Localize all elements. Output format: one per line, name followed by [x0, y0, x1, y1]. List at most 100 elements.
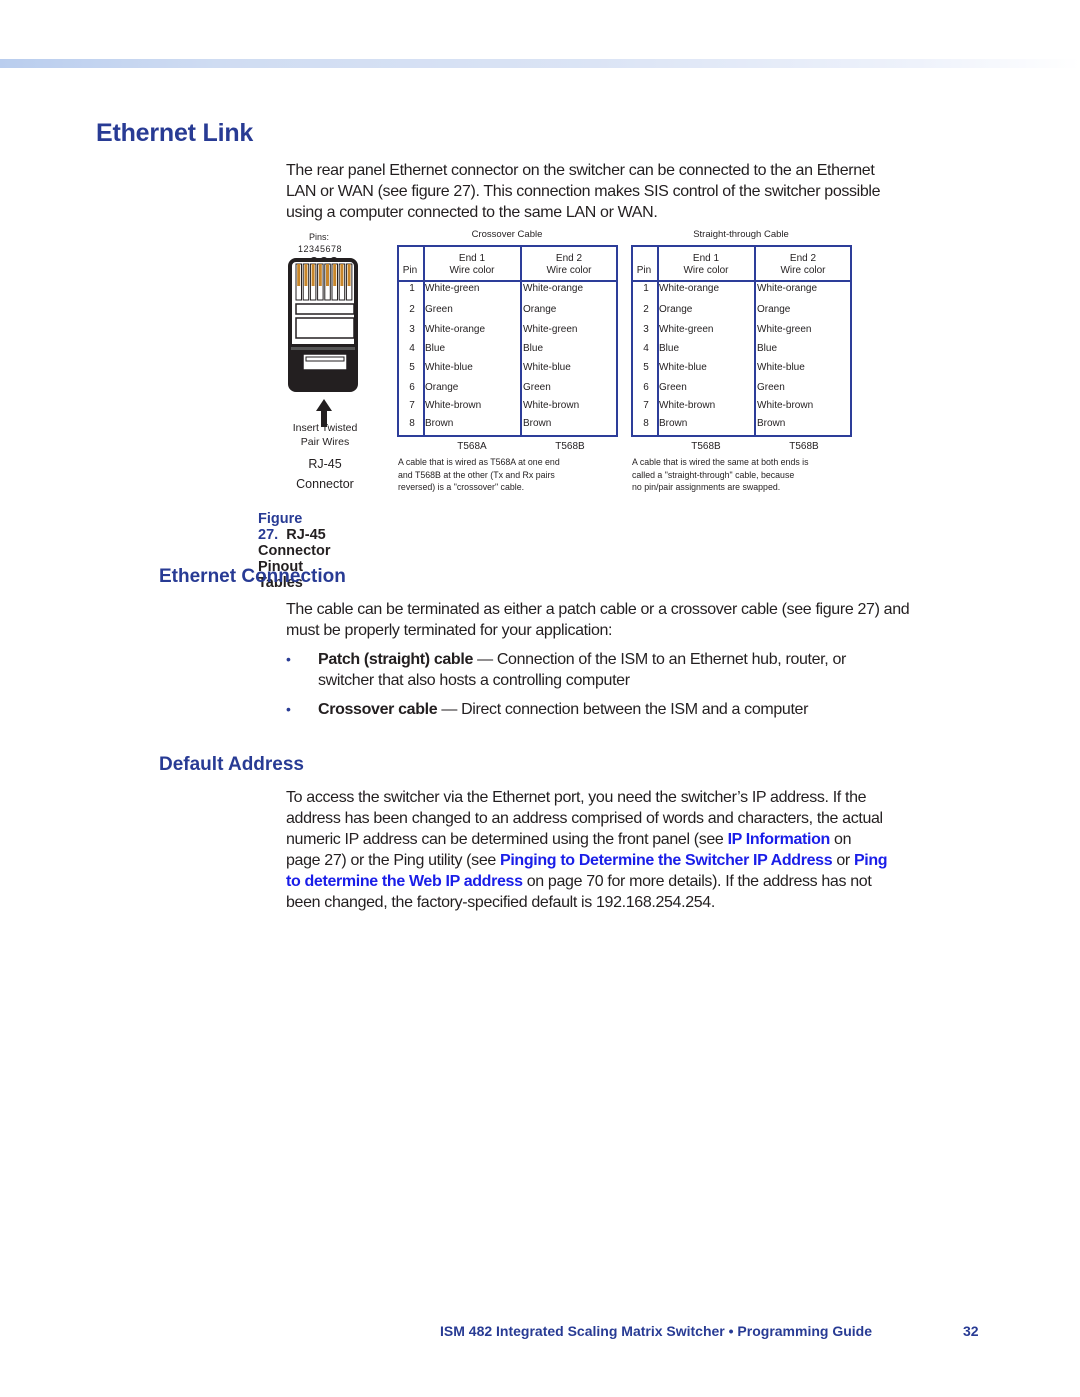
insert-label-line: Insert Twisted	[292, 422, 358, 434]
cell-end1-color: Orange	[425, 382, 459, 393]
cell-end2-color: Blue	[757, 343, 778, 354]
page-number: 32	[963, 1323, 979, 1339]
cell-end1-color: Orange	[659, 304, 693, 315]
intro-line: The cable can be terminated as either a …	[286, 601, 910, 618]
cell-end2-color: Green	[523, 382, 551, 393]
bullet-text: Patch (straight) cable — Connection of t…	[318, 649, 998, 691]
cell-end1-color: White-green	[425, 283, 480, 294]
cell-end2-color: Green	[757, 382, 785, 393]
intro-line: The rear panel Ethernet connector on the…	[286, 162, 875, 179]
note-line: reversed) is a "crossover" cable.	[398, 482, 525, 492]
cell-end2-color: White-blue	[757, 362, 805, 373]
cell-pin: 2	[409, 304, 415, 315]
pins-label: Pins:	[309, 232, 330, 242]
link-ip-information[interactable]: IP Information	[728, 831, 831, 848]
cell-end1-color: White-orange	[425, 324, 486, 335]
latch-window	[302, 353, 348, 371]
connector-name-line: RJ-45	[308, 457, 342, 471]
cell-end1-color: Green	[659, 382, 687, 393]
note-line: called a "straight-through" cable, becau…	[632, 469, 795, 480]
cell-pin: 8	[409, 418, 415, 429]
cell-pin: 6	[643, 382, 649, 393]
cell-end1-color: Green	[425, 304, 453, 315]
section-title-ethernet-link: Ethernet Link	[96, 119, 254, 147]
cell-pin: 5	[409, 362, 415, 373]
pin-wire	[340, 264, 344, 286]
text-span: or	[832, 852, 854, 869]
text-span: numeric IP address can be determined usi…	[286, 831, 728, 848]
header-end1-sub: Wire color	[449, 265, 495, 276]
standard-end2: T568B	[555, 441, 585, 452]
standard-end1: T568A	[457, 441, 487, 452]
section-title-ethernet-connection: Ethernet Connection	[159, 566, 346, 587]
cell-pin: 7	[643, 400, 649, 411]
base-edge	[291, 347, 355, 350]
latch-slot-lower	[295, 317, 355, 339]
bullet-text: Crossover cable — Direct connection betw…	[318, 699, 998, 720]
link-pinging-switcher-ip[interactable]: Pinging to Determine the Switcher IP Add…	[500, 852, 833, 869]
table-note: A cable that is wired as T568A at one en…	[398, 456, 628, 494]
ethernet-connection-intro: The cable can be terminated as either a …	[286, 599, 1006, 641]
link-ping-web-ip[interactable]: to determine the Web IP address	[286, 873, 523, 890]
header-end1: End 1	[458, 253, 486, 264]
connector-name-line: Connector	[296, 477, 354, 491]
cell-pin: 3	[409, 324, 415, 335]
cell-end1-color: Blue	[659, 343, 680, 354]
pin-wire	[318, 264, 322, 286]
header-end2: End 2	[789, 253, 817, 264]
text-span: on	[829, 831, 852, 848]
latch-slot-upper	[295, 303, 355, 315]
pin-wire	[333, 264, 337, 286]
text-line: been changed, the factory-specified defa…	[286, 894, 715, 911]
cell-pin: 2	[643, 304, 649, 315]
insert-label-line: Pair Wires	[300, 436, 350, 448]
table-title: Straight-through Cable	[693, 229, 789, 240]
latch-detail	[305, 356, 345, 362]
text-span: on page 70 for more details). If the add…	[522, 873, 872, 890]
insert-label: Insert Twisted Pair Wires	[275, 421, 375, 449]
header-end1-sub: Wire color	[683, 265, 729, 276]
note-line: no pin/pair assignments are swapped.	[632, 482, 781, 492]
standard-end1: T568B	[691, 441, 721, 452]
pin-wire	[326, 264, 329, 286]
cell-end2-color: Orange	[757, 304, 791, 315]
cell-end2-color: White-orange	[523, 283, 584, 294]
cell-pin: 5	[643, 362, 649, 373]
default-address-text: To access the switcher via the Ethernet …	[286, 787, 1006, 913]
bullet-icon: •	[286, 651, 291, 667]
header-divider	[633, 280, 850, 282]
bullet-desc: switcher that also hosts a controlling c…	[318, 672, 630, 689]
bullet-icon: •	[286, 701, 291, 717]
cell-end1-color: Brown	[659, 418, 688, 429]
cell-end2-color: White-blue	[523, 362, 571, 373]
cell-end1-color: White-blue	[659, 362, 707, 373]
cell-end1-color: White-brown	[425, 400, 482, 411]
cell-pin: 3	[643, 324, 649, 335]
header-pin: Pin	[402, 265, 418, 276]
header-gradient-band	[0, 59, 1080, 68]
header-pin: Pin	[636, 265, 652, 276]
ethernet-link-intro: The rear panel Ethernet connector on the…	[286, 160, 1006, 223]
cell-end2-color: White-brown	[523, 400, 580, 411]
cell-pin: 4	[409, 343, 415, 354]
note-line: A cable that is wired the same at both e…	[632, 457, 809, 467]
table-title: Crossover Cable	[471, 229, 543, 240]
header-divider	[399, 280, 616, 282]
text-span: page 27) or the Ping utility (see	[286, 852, 501, 869]
cell-pin: 8	[643, 418, 649, 429]
bullet-term: Crossover cable	[318, 701, 438, 718]
bullet-term: Patch (straight) cable	[318, 651, 474, 668]
bullet-desc: — Direct connection between the ISM and …	[437, 701, 809, 718]
cell-pin: 1	[643, 283, 649, 294]
cell-end1-color: White-blue	[425, 362, 473, 373]
page-footer: ISM 482 Integrated Scaling Matrix Switch…	[440, 1323, 979, 1339]
cell-end2-color: Brown	[757, 418, 786, 429]
text-line: page 27) or the Ping utility (see Pingin…	[286, 850, 1006, 871]
cell-end1-color: White-green	[659, 324, 714, 335]
cell-end2-color: White-brown	[757, 400, 814, 411]
cell-end2-color: White-green	[757, 324, 812, 335]
note-line: A cable that is wired as T568A at one en…	[398, 457, 560, 467]
cell-end2-color: White-green	[523, 324, 578, 335]
link-ping-web-ip[interactable]: Ping	[854, 852, 888, 869]
standard-end2: T568B	[789, 441, 819, 452]
